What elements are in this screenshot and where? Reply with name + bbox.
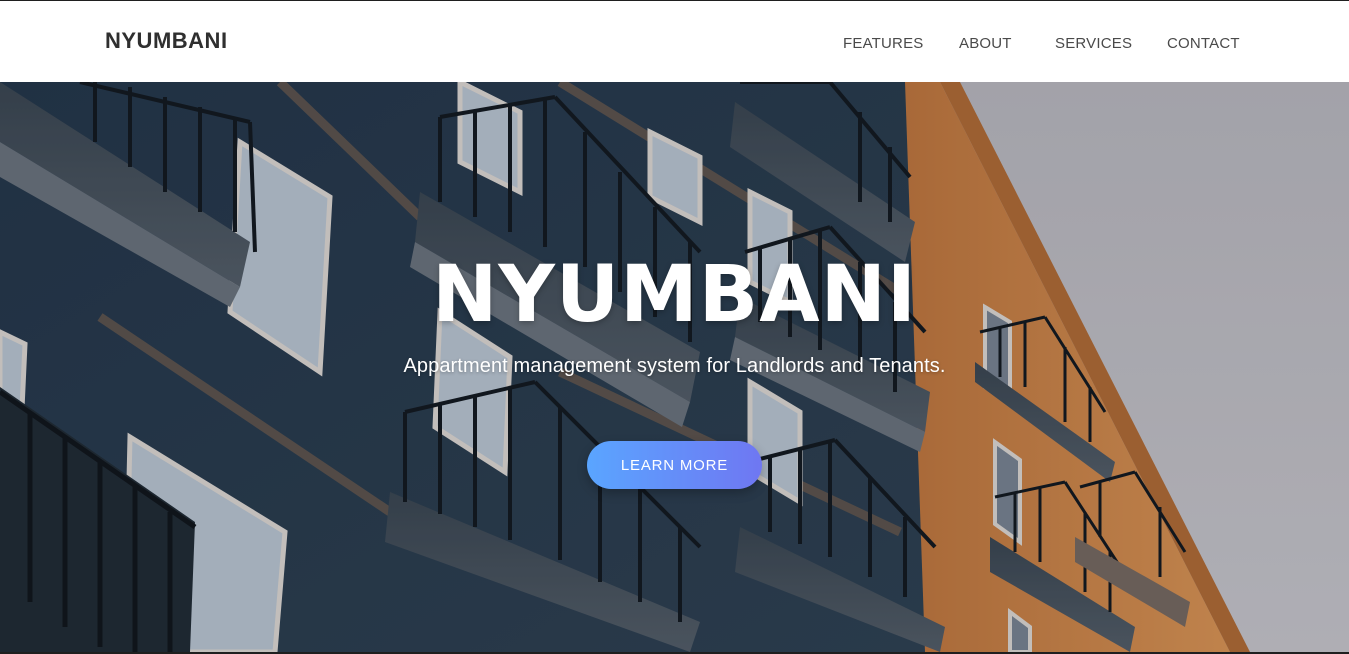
hero-title: NYUMBANI xyxy=(432,250,917,340)
learn-more-button[interactable]: LEARN MORE xyxy=(587,441,762,489)
hero-subtitle: Appartment management system for Landlor… xyxy=(403,355,946,377)
nav-link-features[interactable]: FEATURES xyxy=(843,35,924,52)
nav-link-services[interactable]: SERVICES xyxy=(1055,35,1132,52)
navbar: NYUMBANI FEATURES ABOUT SERVICES CONTACT xyxy=(0,1,1349,82)
brand-logo[interactable]: NYUMBANI xyxy=(105,28,228,54)
nav-link-contact[interactable]: CONTACT xyxy=(1167,35,1240,52)
hero-section: NYUMBANI Appartment management system fo… xyxy=(0,82,1349,652)
nav-link-about[interactable]: ABOUT xyxy=(959,35,1012,52)
